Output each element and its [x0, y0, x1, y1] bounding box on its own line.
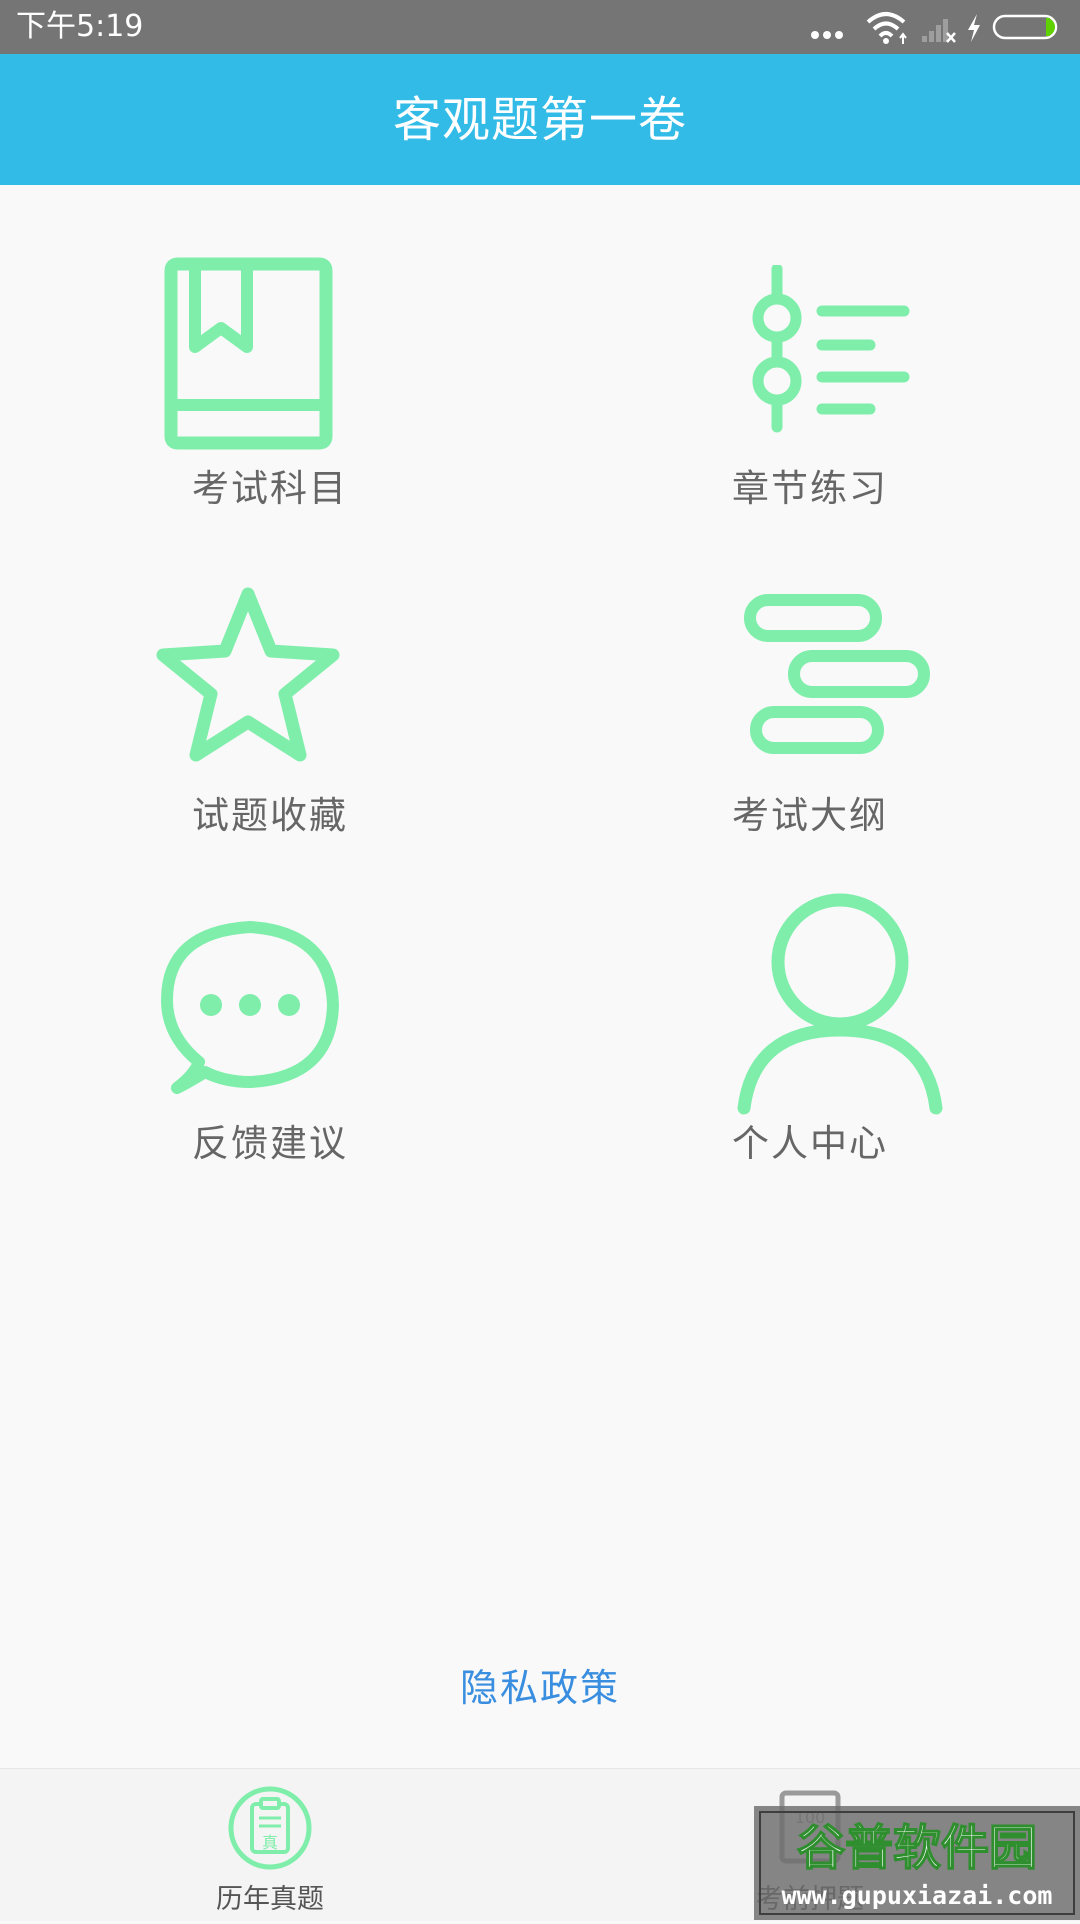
- tile-label: 个人中心: [732, 1122, 888, 1165]
- tile-label: 试题收藏: [192, 794, 348, 837]
- more-dots-icon: [811, 31, 843, 39]
- tile-label: 章节练习: [732, 467, 888, 510]
- tile-question-favorites[interactable]: 试题收藏: [0, 552, 540, 872]
- tile-exam-subjects[interactable]: 考试科目: [0, 225, 540, 545]
- tile-feedback[interactable]: 反馈建议: [0, 880, 540, 1200]
- tile-personal-center[interactable]: 个人中心: [540, 880, 1080, 1200]
- wifi-icon: [866, 12, 907, 44]
- signal-off-icon: [922, 19, 956, 43]
- book-bookmark-icon: [164, 257, 333, 450]
- user-icon: [737, 893, 943, 1115]
- chat-bubble-icon: [161, 921, 339, 1094]
- tile-exam-outline[interactable]: 考试大纲: [540, 552, 1080, 872]
- battery-icon: [992, 14, 1058, 40]
- watermark-url: www.gupuxiazai.com: [782, 1881, 1053, 1910]
- nav-label: 历年真题: [216, 1884, 324, 1915]
- chapter-list-icon: [752, 265, 910, 433]
- status-bar: 下午5:19: [0, 0, 1080, 54]
- tile-chapter-practice[interactable]: 章节练习: [540, 225, 1080, 545]
- watermark: 谷普软件园 www.gupuxiazai.com: [754, 1806, 1080, 1920]
- past-papers-icon: 真: [228, 1786, 312, 1870]
- tile-label: 考试科目: [192, 467, 348, 510]
- charging-bolt-icon: [968, 14, 980, 42]
- nav-past-papers[interactable]: 真 历年真题: [0, 1769, 540, 1921]
- outline-bars-icon: [744, 594, 930, 754]
- nav-badge: 真: [262, 1833, 278, 1852]
- app-header: 客观题第一卷: [0, 54, 1080, 185]
- status-time: 下午5:19: [16, 9, 144, 44]
- tile-label: 考试大纲: [732, 794, 888, 837]
- star-icon: [156, 587, 340, 762]
- tile-label: 反馈建议: [192, 1122, 348, 1165]
- watermark-cn: 谷普软件园: [797, 1820, 1037, 1876]
- page-title: 客观题第一卷: [392, 92, 687, 148]
- watermark-logo: 谷普软件园 www.gupuxiazai.com: [754, 1806, 1080, 1920]
- privacy-policy-link[interactable]: 隐私政策: [0, 1660, 1080, 1716]
